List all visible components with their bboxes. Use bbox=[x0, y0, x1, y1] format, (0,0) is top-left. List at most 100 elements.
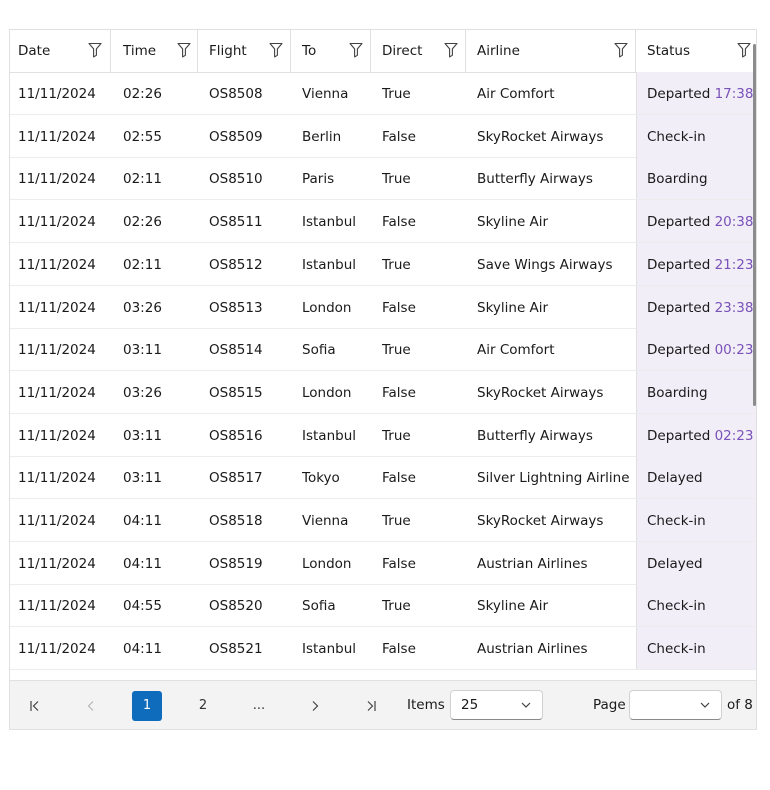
table-row[interactable]: 11/11/2024 03:26 OS8513 London False Skyline … bbox=[10, 285, 756, 329]
vertical-scrollbar[interactable] bbox=[753, 44, 756, 406]
cell-time: 02:26 bbox=[111, 200, 198, 242]
direct-value: False bbox=[382, 299, 416, 316]
cell-airline: Skyline Air bbox=[466, 200, 636, 242]
column-header-flight[interactable]: Flight bbox=[198, 30, 291, 72]
cell-time: 04:11 bbox=[111, 542, 198, 584]
cell-airline: Austrian Airlines bbox=[466, 542, 636, 584]
cell-date: 11/11/2024 bbox=[10, 328, 111, 370]
date-value: 11/11/2024 bbox=[18, 128, 96, 145]
time-value: 03:11 bbox=[123, 342, 162, 359]
airline-value: SkyRocket Airways bbox=[477, 384, 604, 401]
direct-value: False bbox=[382, 214, 416, 231]
column-header-status[interactable]: Status bbox=[636, 30, 756, 72]
airline-value: Air Comfort bbox=[477, 86, 555, 102]
table-row[interactable]: 11/11/2024 04:11 OS8518 Vienna True SkyRocket… bbox=[10, 499, 756, 542]
table-row[interactable]: 11/11/2024 04:11 OS8519 London False Austrian… bbox=[10, 541, 756, 585]
chevron-down-icon bbox=[521, 702, 531, 708]
cell-direct: False bbox=[371, 371, 466, 413]
filter-icon[interactable] bbox=[614, 42, 628, 58]
status-time-value: 00:23 bbox=[714, 342, 754, 359]
time-value: 02:26 bbox=[123, 86, 162, 102]
column-header-to[interactable]: To bbox=[291, 30, 371, 72]
airline-value: Skyline Air bbox=[477, 598, 549, 615]
previous-page-button[interactable] bbox=[76, 691, 106, 721]
cell-airline: Air Comfort bbox=[466, 72, 636, 114]
filter-icon[interactable] bbox=[269, 42, 283, 58]
next-page-button[interactable] bbox=[300, 691, 330, 721]
to-value: Sofia bbox=[302, 342, 336, 359]
filter-icon[interactable] bbox=[737, 42, 751, 58]
chevron-down-icon bbox=[700, 702, 710, 708]
table-row[interactable]: 11/11/2024 02:55 OS8509 Berlin False SkyRocke… bbox=[10, 114, 756, 158]
cell-flight: OS8521 bbox=[198, 627, 291, 669]
column-header-label: Direct bbox=[382, 43, 423, 59]
table-row[interactable]: 11/11/2024 02:26 OS8508 Vienna True Air Comfo… bbox=[10, 72, 756, 115]
last-page-button[interactable] bbox=[356, 691, 386, 721]
page-select[interactable] bbox=[629, 690, 722, 720]
cell-direct: False bbox=[371, 627, 466, 669]
cell-to: Vienna bbox=[291, 72, 371, 114]
cell-direct: False bbox=[371, 200, 466, 242]
table-row[interactable]: 11/11/2024 02:11 OS8510 Paris True Butterfly … bbox=[10, 157, 756, 201]
to-value: Istanbul bbox=[302, 641, 357, 658]
cell-airline: Butterfly Airways bbox=[466, 157, 636, 199]
page-button-more[interactable]: ... bbox=[244, 691, 274, 721]
time-value: 02:55 bbox=[123, 128, 162, 145]
column-header-date[interactable]: Date bbox=[10, 30, 111, 72]
cell-flight: OS8513 bbox=[198, 286, 291, 328]
cell-to: London bbox=[291, 371, 371, 413]
page-size-select[interactable]: 25 bbox=[450, 690, 543, 720]
time-value: 02:11 bbox=[123, 171, 162, 188]
to-value: Berlin bbox=[302, 128, 342, 145]
cell-status: Delayed bbox=[636, 456, 756, 499]
cell-airline: Austrian Airlines bbox=[466, 627, 636, 669]
cell-airline: Butterfly Airways bbox=[466, 414, 636, 456]
airline-value: Skyline Air bbox=[477, 214, 549, 231]
cell-status: Delayed bbox=[636, 541, 756, 584]
filter-icon[interactable] bbox=[444, 42, 458, 58]
table-row[interactable]: 11/11/2024 02:11 OS8512 Istanbul True Save Wi… bbox=[10, 242, 756, 286]
column-header-label: To bbox=[302, 43, 317, 59]
filter-icon[interactable] bbox=[88, 42, 102, 58]
time-value: 03:11 bbox=[123, 470, 162, 487]
table-row[interactable]: 11/11/2024 02:26 OS8511 Istanbul False Skylin… bbox=[10, 200, 756, 244]
cell-to: Sofia bbox=[291, 584, 371, 626]
table-row[interactable]: 11/11/2024 04:55 OS8520 Sofia True Skyline Ai… bbox=[10, 584, 756, 628]
direct-value: True bbox=[382, 598, 411, 615]
date-value: 11/11/2024 bbox=[18, 641, 96, 658]
table-row[interactable]: 11/11/2024 03:26 OS8515 London False SkyRocke… bbox=[10, 370, 756, 414]
direct-value: True bbox=[382, 427, 411, 444]
page-button-2[interactable]: 2 bbox=[188, 691, 218, 721]
flight-value: OS8513 bbox=[209, 299, 263, 316]
time-value: 02:26 bbox=[123, 214, 162, 231]
time-value: 03:11 bbox=[123, 427, 162, 444]
status-value: Check-in bbox=[647, 513, 706, 529]
cell-date: 11/11/2024 bbox=[10, 157, 111, 199]
airline-value: Save Wings Airways bbox=[477, 256, 613, 273]
column-header-airline[interactable]: Airline bbox=[466, 30, 636, 72]
table-row[interactable]: 11/11/2024 03:11 OS8517 Tokyo False Silver Li… bbox=[10, 456, 756, 500]
filter-icon[interactable] bbox=[349, 42, 363, 58]
airline-value: Skyline Air bbox=[477, 299, 549, 316]
table-row[interactable]: 11/11/2024 03:11 OS8516 Istanbul True Butterf… bbox=[10, 413, 756, 457]
status-value: Departed bbox=[647, 342, 711, 359]
page-button-1[interactable]: 1 bbox=[132, 691, 162, 721]
flight-value: OS8510 bbox=[209, 171, 263, 188]
to-value: London bbox=[302, 555, 352, 572]
to-value: Istanbul bbox=[302, 214, 357, 231]
table-row[interactable]: 11/11/2024 04:11 OS8521 Istanbul False Austri… bbox=[10, 627, 756, 671]
column-header-direct[interactable]: Direct bbox=[371, 30, 466, 72]
cell-flight: OS8514 bbox=[198, 328, 291, 370]
column-header-time[interactable]: Time bbox=[111, 30, 198, 72]
status-value: Check-in bbox=[647, 598, 706, 615]
flight-value: OS8512 bbox=[209, 256, 263, 273]
status-value: Delayed bbox=[647, 470, 703, 487]
date-value: 11/11/2024 bbox=[18, 342, 96, 359]
time-value: 03:26 bbox=[123, 299, 162, 316]
filter-icon[interactable] bbox=[177, 42, 191, 58]
column-header-label: Flight bbox=[209, 43, 247, 59]
first-page-button[interactable] bbox=[20, 691, 50, 721]
status-value: Departed bbox=[647, 427, 711, 444]
cell-airline: Silver Lightning Airline bbox=[466, 456, 636, 498]
table-row[interactable]: 11/11/2024 03:11 OS8514 Sofia True Air Comfor… bbox=[10, 328, 756, 372]
